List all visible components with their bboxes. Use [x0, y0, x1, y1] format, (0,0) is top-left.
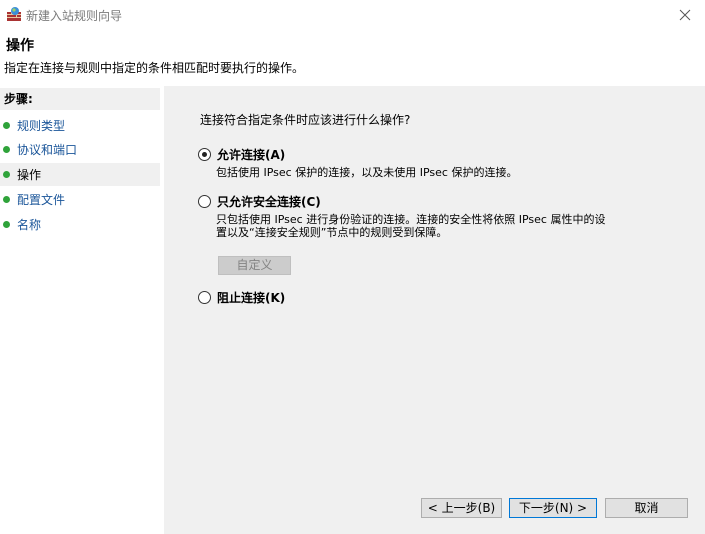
- sidebar-item-profile[interactable]: 配置文件: [0, 188, 160, 211]
- block-connection-option[interactable]: 阻止连接(K): [198, 289, 285, 306]
- title-bar: 新建入站规则向导: [0, 0, 705, 30]
- next-button[interactable]: 下一步(N) >: [509, 498, 597, 518]
- page-description: 指定在连接与规则中指定的条件相匹配时要执行的操作。: [4, 61, 305, 75]
- close-button[interactable]: [665, 0, 705, 30]
- allow-secure-radio[interactable]: [198, 195, 211, 208]
- step-dot-icon: [3, 122, 10, 129]
- cancel-button[interactable]: 取消: [605, 498, 688, 518]
- sidebar-item-name[interactable]: 名称: [0, 213, 160, 236]
- allow-connection-option[interactable]: 允许连接(A): [198, 146, 285, 163]
- steps-sidebar: 步骤: 规则类型 协议和端口 操作 配置文件 名称: [0, 86, 162, 534]
- sidebar-item-label: 操作: [17, 168, 42, 182]
- firewall-wizard-icon: [7, 7, 21, 21]
- page-title: 操作: [6, 38, 34, 54]
- back-button[interactable]: < 上一步(B): [421, 498, 502, 518]
- step-dot-icon: [3, 196, 10, 203]
- steps-heading: 步骤:: [0, 88, 160, 110]
- step-dot-icon: [3, 146, 10, 153]
- action-question: 连接符合指定条件时应该进行什么操作?: [200, 113, 411, 127]
- wizard-header: 操作 指定在连接与规则中指定的条件相匹配时要执行的操作。: [0, 30, 705, 82]
- allow-connection-radio[interactable]: [198, 148, 211, 161]
- allow-connection-label: 允许连接(A): [217, 148, 286, 162]
- sidebar-item-protocol-ports[interactable]: 协议和端口: [0, 138, 160, 161]
- sidebar-item-label: 协议和端口: [17, 143, 78, 157]
- sidebar-item-label: 规则类型: [17, 119, 66, 133]
- sidebar-item-action[interactable]: 操作: [0, 163, 160, 186]
- close-icon: [679, 9, 691, 21]
- sidebar-item-label: 配置文件: [17, 193, 66, 207]
- customize-button[interactable]: 自定义: [218, 256, 291, 275]
- allow-secure-description-line2: 置以及“连接安全规则”节点中的规则受到保障。: [216, 226, 448, 239]
- block-connection-label: 阻止连接(K): [217, 291, 286, 305]
- step-dot-icon: [3, 221, 10, 228]
- sidebar-item-label: 名称: [17, 218, 42, 232]
- allow-secure-label: 只允许安全连接(C): [217, 195, 321, 209]
- allow-secure-option[interactable]: 只允许安全连接(C): [198, 193, 321, 210]
- step-dot-icon: [3, 171, 10, 178]
- block-connection-radio[interactable]: [198, 291, 211, 304]
- allow-connection-description: 包括使用 IPsec 保护的连接，以及未使用 IPsec 保护的连接。: [216, 166, 518, 179]
- action-panel: 连接符合指定条件时应该进行什么操作? 允许连接(A) 包括使用 IPsec 保护…: [164, 86, 705, 534]
- allow-secure-description-line1: 只包括使用 IPsec 进行身份验证的连接。连接的安全性将依照 IPsec 属性…: [216, 213, 606, 226]
- window-title: 新建入站规则向导: [26, 9, 123, 23]
- sidebar-item-rule-type[interactable]: 规则类型: [0, 114, 160, 137]
